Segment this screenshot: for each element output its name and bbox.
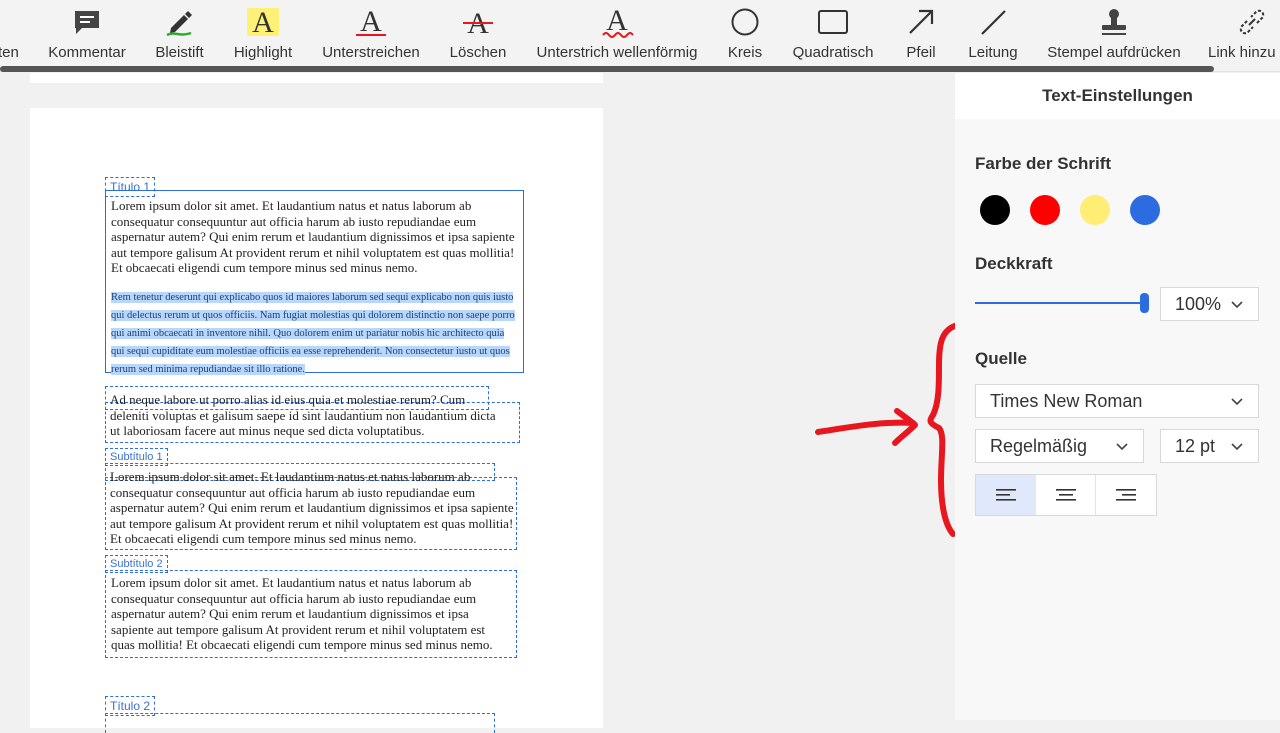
tool-loeschen[interactable]: A Löschen [447, 0, 509, 66]
tool-quadratisch-label: Quadratisch [792, 44, 874, 61]
link-icon [1232, 0, 1272, 44]
svg-text:A: A [360, 6, 382, 38]
color-swatch-blue[interactable] [1130, 195, 1160, 225]
tool-quadratisch[interactable]: Quadratisch [790, 0, 876, 66]
pencil-icon [160, 0, 200, 44]
tool-highlight[interactable]: A Highlight [230, 0, 296, 66]
color-swatch-yellow[interactable] [1080, 195, 1110, 225]
font-color-label: Farbe der Schrift [975, 154, 1112, 173]
tool-stempel-label: Stempel aufdrücken [1047, 44, 1181, 61]
panel-title: Text-Einstellungen [955, 73, 1280, 119]
tool-kreis-label: Kreis [727, 44, 763, 61]
tool-wellen-label: Unterstrich wellenförmig [536, 44, 698, 61]
selected-text: Rem tenetur deserunt qui explicabo quos … [111, 291, 515, 375]
align-center-button[interactable] [1036, 475, 1096, 515]
source-label: Quelle [975, 349, 1027, 368]
text-block-5[interactable] [105, 713, 495, 733]
stamp-icon [1094, 0, 1134, 44]
squiggly-underline-icon: A [597, 0, 637, 44]
annotation-toolbar: ten Kommentar Bleistift A Highlight A Un… [0, 0, 1280, 72]
align-left-icon [996, 489, 1016, 501]
tool-pfeil[interactable]: Pfeil [902, 0, 940, 66]
freehand-annotation [815, 322, 961, 537]
tool-kommentar[interactable]: Kommentar [46, 0, 128, 66]
tool-kommentar-label: Kommentar [48, 44, 126, 61]
paragraph-2-line-1: Ad neque labore ut porro alias id eius q… [110, 392, 466, 407]
tool-leitung[interactable]: Leitung [966, 0, 1020, 66]
toolbar-scrollbar[interactable] [0, 66, 1214, 72]
paragraph-2-line-2: deleniti voluptas et galisum saepe id si… [110, 407, 496, 423]
paragraph-2-line-3: ut laboriosam facere aut minus neque sed… [110, 423, 425, 438]
tool-stempel[interactable]: Stempel aufdrücken [1045, 0, 1183, 66]
font-style-select[interactable]: Regelmäßig [975, 429, 1144, 463]
font-style-value: Regelmäßig [990, 435, 1088, 456]
font-size-select[interactable]: 12 pt [1160, 429, 1259, 463]
underline-icon: A [351, 0, 391, 44]
highlight-icon: A [243, 0, 283, 44]
tool-pfeil-label: Pfeil [906, 44, 936, 61]
opacity-slider-track[interactable] [975, 302, 1145, 304]
font-family-value: Times New Roman [990, 390, 1143, 411]
tool-wellen[interactable]: A Unterstrich wellenförmig [535, 0, 699, 66]
chevron-down-icon [1116, 443, 1128, 451]
align-left-button[interactable] [976, 475, 1036, 515]
text-align-group [975, 474, 1157, 516]
chevron-down-icon [1231, 301, 1243, 309]
document-page: Título 1 Lorem ipsum dolor sit amet. Et … [30, 108, 603, 733]
tool-unterstreichen[interactable]: A Unterstreichen [320, 0, 422, 66]
line-icon [973, 0, 1013, 44]
opacity-value: 100% [1175, 293, 1222, 314]
previous-page [30, 73, 603, 83]
tool-bleistift[interactable]: Bleistift [152, 0, 207, 66]
comment-icon [67, 0, 107, 44]
arrow-icon [901, 0, 941, 44]
tool-link-label: Link hinzu [1208, 44, 1276, 61]
color-swatch-red[interactable] [1030, 195, 1060, 225]
tool-leitung-label: Leitung [968, 44, 1018, 61]
paragraph-3-line-2: consequatur consequuntur aut officia har… [110, 484, 476, 500]
square-icon [813, 0, 853, 44]
text-block-selected[interactable]: Lorem ipsum dolor sit amet. Et laudantiu… [105, 190, 524, 375]
opacity-slider-thumb[interactable] [1140, 293, 1149, 313]
tool-loeschen-label: Löschen [449, 44, 507, 61]
chevron-down-icon [1231, 443, 1243, 451]
opacity-select[interactable]: 100% [1160, 287, 1259, 321]
color-swatch-black[interactable] [980, 195, 1010, 225]
font-family-select[interactable]: Times New Roman [975, 384, 1259, 418]
tool-unterstreichen-label: Unterstreichen [322, 44, 420, 61]
paragraph-3-rest: aspernatur autem? Qui enim rerum et laud… [110, 500, 514, 546]
text-settings-panel: Text-Einstellungen Farbe der Schrift Dec… [955, 73, 1280, 720]
align-center-icon [1055, 489, 1076, 501]
align-right-button[interactable] [1096, 475, 1156, 515]
chevron-down-icon [1231, 398, 1243, 406]
tool-highlight-label: Highlight [233, 44, 293, 61]
align-right-icon [1116, 489, 1136, 501]
font-size-value: 12 pt [1175, 435, 1216, 456]
tool-kreis[interactable]: Kreis [725, 0, 765, 66]
paragraph-2: Ad neque labore ut porro alias id eius q… [105, 392, 545, 439]
svg-text:A: A [252, 6, 274, 38]
opacity-label: Deckkraft [975, 254, 1053, 273]
text-block-4[interactable]: Lorem ipsum dolor sit amet. Et laudantiu… [105, 570, 517, 658]
tool-partial[interactable]: ten [0, 0, 22, 66]
tool-partial-label: ten [0, 44, 19, 61]
paragraph-3-line-1: Lorem ipsum dolor sit amet. Et laudantiu… [110, 469, 471, 484]
paragraph-3: Lorem ipsum dolor sit amet. Et laudantiu… [105, 469, 525, 547]
strikethrough-icon: A [458, 0, 498, 44]
tool-bleistift-label: Bleistift [155, 44, 204, 61]
circle-icon [725, 0, 765, 44]
paragraph-1: Lorem ipsum dolor sit amet. Et laudantiu… [111, 198, 515, 276]
tool-link[interactable]: Link hinzu [1208, 0, 1280, 66]
paragraph-4: Lorem ipsum dolor sit amet. Et laudantiu… [111, 575, 493, 652]
